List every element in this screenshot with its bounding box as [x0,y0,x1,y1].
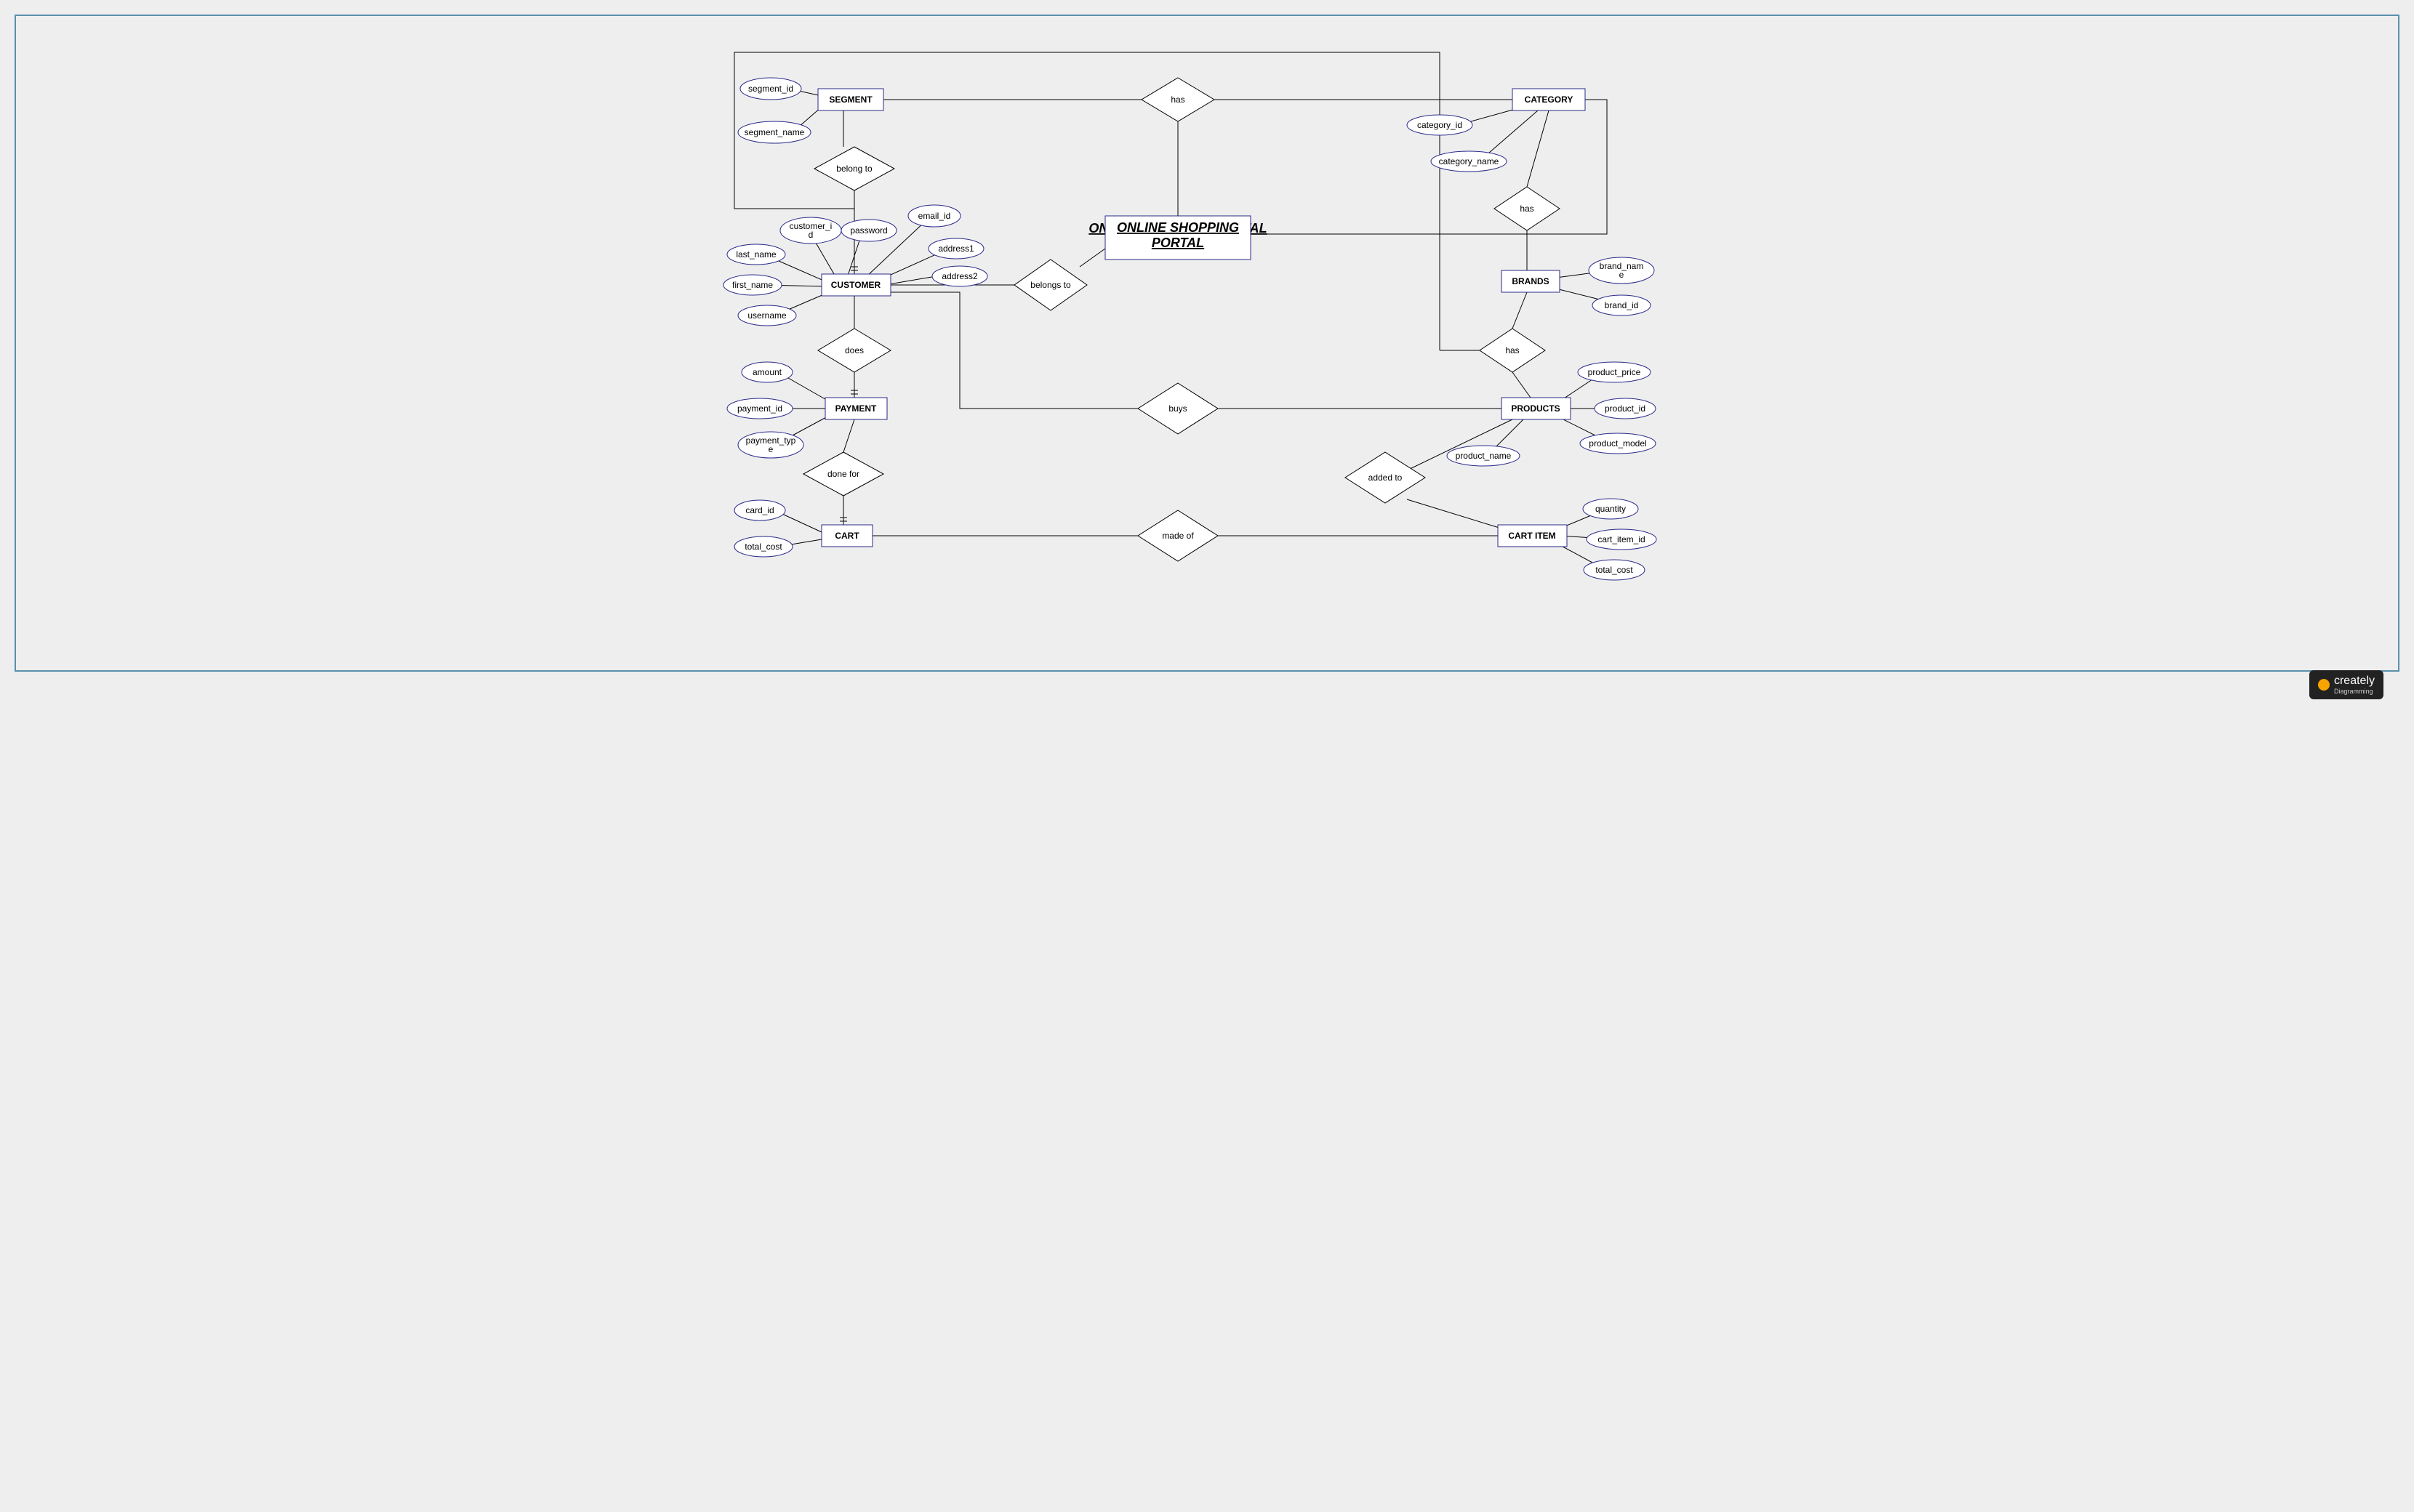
rel-has-brand-prod-label: has [1505,345,1519,355]
er-diagram: ONLINE SHOPPING PORTAL ONLINE SHOPPING P… [16,16,2398,670]
attr-product-price-label: product_price [1588,367,1641,377]
rel-has-top-label: has [1171,94,1184,105]
rel-done-for-label: done for [827,469,859,479]
rel-added-to-label: added to [1368,472,1403,483]
attr-cartitem-total-label: total_cost [1595,565,1633,575]
attr-brand-id-label: brand_id [1605,300,1639,310]
bulb-icon [2318,679,2330,691]
attr-email-label: email_id [918,211,951,221]
attr-cartitem-id-label: cart_item_id [1597,534,1645,544]
portal-line1: ONLINE SHOPPING [1117,220,1239,235]
rel-belong-to-label: belong to [836,164,873,174]
entity-customer-label: CUSTOMER [831,280,881,290]
attr-username-label: username [747,310,787,321]
attr-amount-label: amount [753,367,782,377]
attr-product-model-label: product_model [1589,438,1646,449]
attr-category-id-label: category_id [1417,120,1462,130]
attr-cart-total-label: total_cost [745,542,782,552]
creately-logo: creately Diagramming [2309,670,2383,699]
attr-segment-name-label: segment_name [745,127,805,137]
attr-segment-id-label: segment_id [748,84,793,94]
attr-lastname-label: last_name [736,249,777,260]
attr-category-name-label: category_name [1439,156,1499,166]
attr-product-id-label: product_id [1605,403,1645,414]
logo-sub: Diagramming [2334,688,2375,695]
attr-firstname-label: first_name [732,280,773,290]
rel-made-of-label: made of [1162,531,1194,541]
attr-payment-type-l2: e [769,444,774,454]
diagram-frame: ONLINE SHOPPING PORTAL ONLINE SHOPPING P… [15,15,2399,672]
entity-payment-label: PAYMENT [835,403,877,414]
attr-quantity-label: quantity [1595,504,1626,514]
entity-brands-label: BRANDS [1512,276,1549,286]
entity-segment-label: SEGMENT [829,94,873,105]
attr-address2-label: address2 [942,271,978,281]
rel-belongs-to-label: belongs to [1030,280,1071,290]
attr-payment-id-label: payment_id [737,403,782,414]
entity-cartitem-label: CART ITEM [1508,531,1555,541]
portal-line2: PORTAL [1152,236,1204,250]
entity-category-label: CATEGORY [1525,94,1573,105]
rel-buys-label: buys [1168,403,1187,414]
entity-products-label: PRODUCTS [1511,403,1560,414]
logo-brand: creately [2334,675,2375,687]
attr-product-name-label: product_name [1456,451,1512,461]
rel-does-label: does [845,345,864,355]
attr-card-id-label: card_id [745,505,774,515]
attr-brand-name-l2: e [1619,270,1624,280]
attr-address1-label: address1 [938,244,974,254]
entity-cart-label: CART [835,531,859,541]
attr-customer-id-l2: d [809,230,814,240]
rel-has-cat-brand-label: has [1520,204,1533,214]
attr-password-label: password [850,225,887,236]
